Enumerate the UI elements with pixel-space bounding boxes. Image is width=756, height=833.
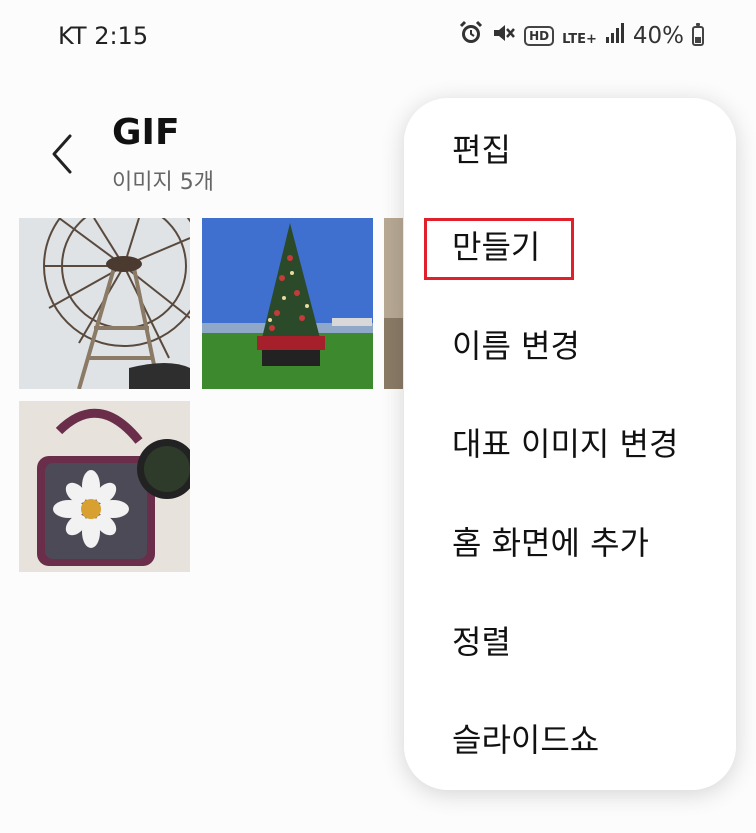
- overflow-menu: 편집 만들기 이름 변경 대표 이미지 변경 홈 화면에 추가 정렬 슬라이드쇼: [404, 98, 736, 790]
- mute-icon: [492, 21, 516, 51]
- status-bar: KT 2:15 HD LTE+ 40%: [0, 0, 756, 72]
- carrier-time: KT 2:15: [58, 22, 148, 50]
- menu-item-slideshow[interactable]: 슬라이드쇼: [452, 712, 599, 768]
- hd-voice-icon: HD: [524, 26, 555, 46]
- alarm-icon: [458, 20, 484, 52]
- battery-fill: [695, 37, 701, 43]
- highlight-box: [424, 218, 574, 280]
- lte-signal-icon: LTE+: [562, 23, 597, 49]
- menu-item-add-to-home[interactable]: 홈 화면에 추가: [452, 515, 649, 571]
- image-thumbnail-crochet-bag[interactable]: [19, 401, 190, 572]
- battery-percent: 40%: [632, 23, 684, 49]
- back-button[interactable]: [40, 126, 84, 182]
- page-subtitle: 이미지 5개: [112, 170, 214, 195]
- image-thumbnail-christmas-tree[interactable]: [202, 218, 373, 389]
- chevron-left-icon: [40, 134, 84, 186]
- page-title: GIF: [112, 112, 180, 153]
- image-thumbnail-ferris-wheel[interactable]: [19, 218, 190, 389]
- status-icons: HD LTE+ 40%: [458, 20, 704, 52]
- menu-item-sort[interactable]: 정렬: [452, 614, 511, 670]
- clock: 2:15: [94, 22, 149, 50]
- menu-item-rename[interactable]: 이름 변경: [452, 318, 580, 374]
- cell-signal-icon: [605, 22, 625, 50]
- carrier-label: KT: [58, 22, 87, 50]
- image-thumbnail-partial[interactable]: [384, 218, 403, 389]
- lte-label: LTE+: [562, 32, 597, 47]
- battery-icon: [692, 23, 704, 46]
- menu-item-change-cover[interactable]: 대표 이미지 변경: [452, 416, 678, 472]
- menu-item-edit[interactable]: 편집: [452, 122, 511, 178]
